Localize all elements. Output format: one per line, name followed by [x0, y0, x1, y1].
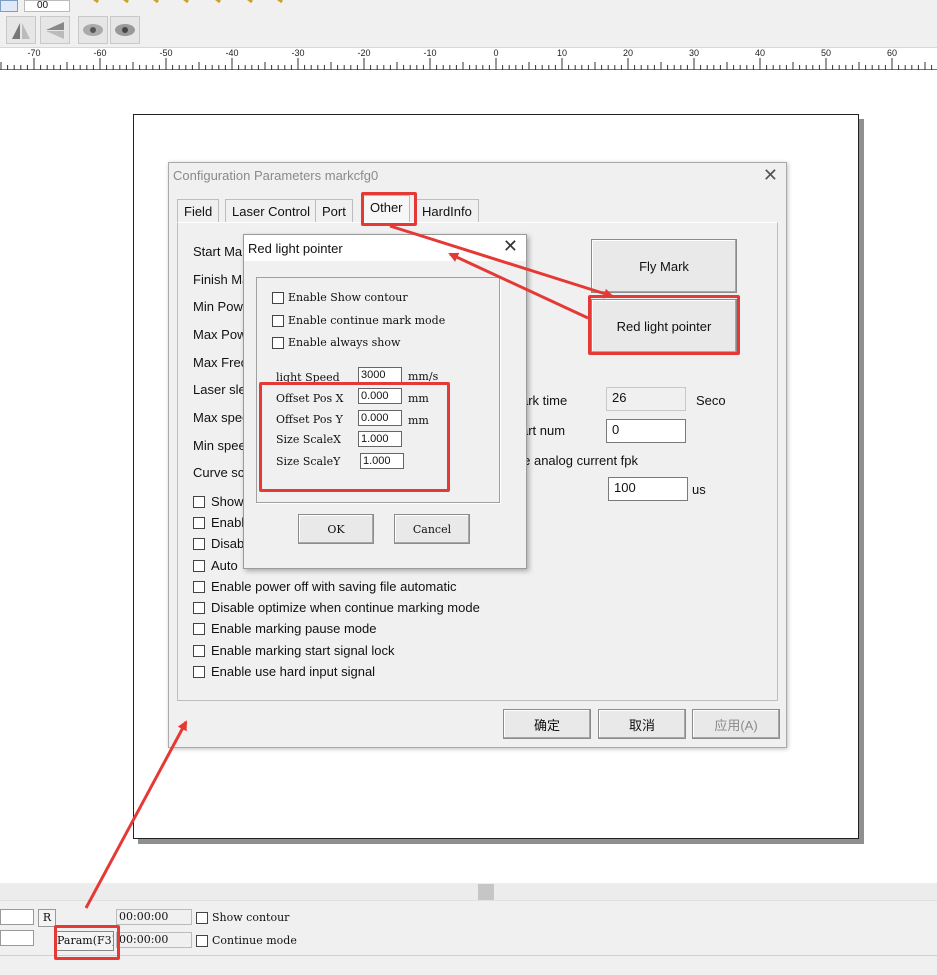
arrow-button-to-dialog [448, 252, 589, 320]
arrow-tab-to-button [389, 224, 614, 299]
annotation-arrows [84, 224, 614, 909]
arrow-param-to-window [84, 720, 188, 909]
